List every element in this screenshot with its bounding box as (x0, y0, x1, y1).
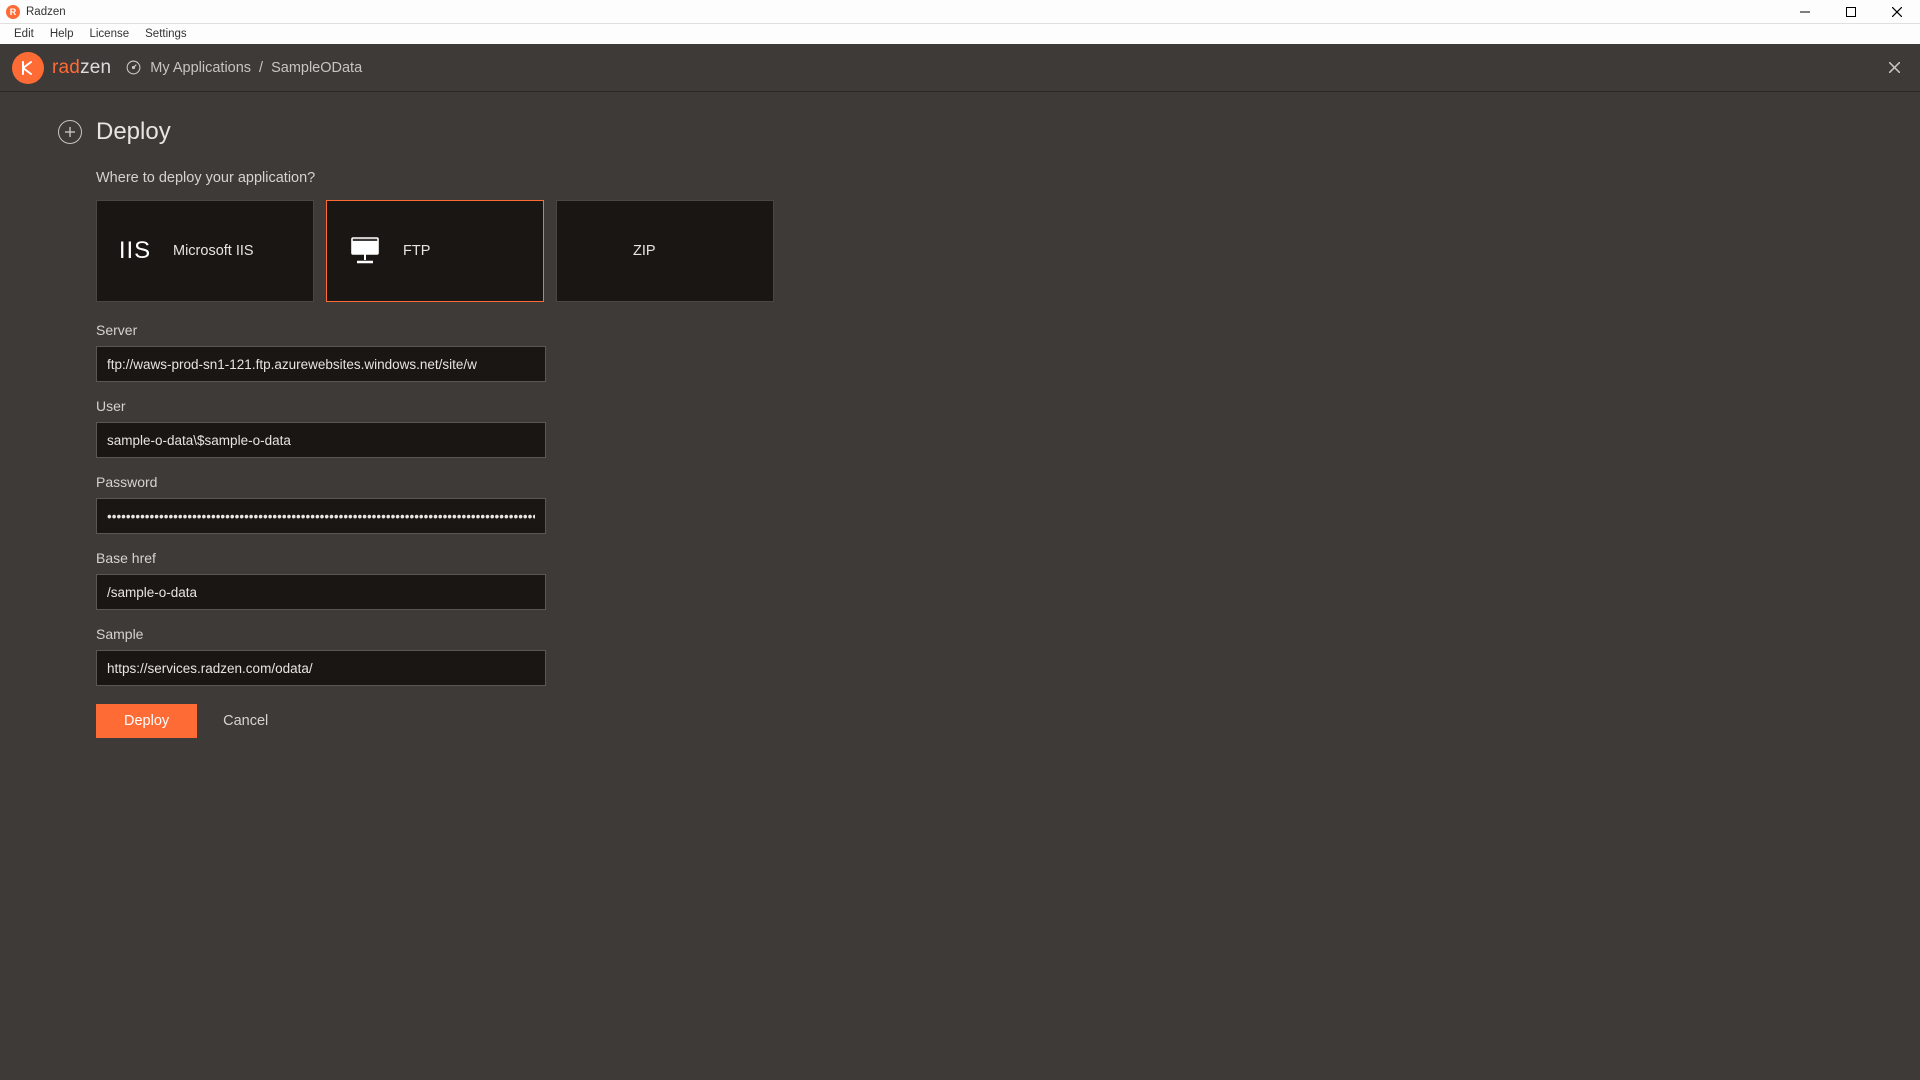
server-input[interactable] (96, 346, 546, 382)
brand-rad: rad (52, 57, 80, 78)
main-content: Deploy Where to deploy your application?… (0, 92, 1920, 1080)
minimize-button[interactable] (1782, 0, 1828, 24)
plus-circle-icon (58, 120, 82, 144)
cancel-button[interactable]: Cancel (223, 713, 268, 729)
page-title-row: Deploy (58, 118, 1862, 146)
menubar: Edit Help License Settings (0, 24, 1920, 44)
deploy-option-zip[interactable]: ZIP (556, 200, 774, 302)
header-left: radzen My Applications / SampleOData (12, 52, 362, 84)
breadcrumb: My Applications / SampleOData (125, 59, 362, 76)
deploy-question: Where to deploy your application? (96, 170, 1862, 186)
brand-zen: zen (80, 57, 111, 78)
dashboard-icon (125, 59, 142, 76)
sample-input[interactable] (96, 650, 546, 686)
window-title: Radzen (26, 6, 66, 18)
brand: radzen (12, 52, 111, 84)
deploy-option-label: ZIP (633, 243, 656, 259)
form-group-user: User (96, 398, 1862, 458)
breadcrumb-current: SampleOData (271, 60, 362, 76)
brand-logo-icon (12, 52, 44, 84)
brand-text: radzen (52, 57, 111, 79)
deploy-option-label: FTP (403, 243, 430, 259)
app-icon: R (6, 5, 20, 19)
menu-license[interactable]: License (81, 26, 137, 42)
header-close-button[interactable] (1881, 58, 1908, 77)
breadcrumb-root[interactable]: My Applications (150, 60, 251, 76)
form-actions: Deploy Cancel (96, 704, 1862, 738)
iis-icon: IIS (115, 237, 155, 265)
form-group-basehref: Base href (96, 550, 1862, 610)
form-group-server: Server (96, 322, 1862, 382)
window-titlebar: R Radzen (0, 0, 1920, 24)
deploy-button[interactable]: Deploy (96, 704, 197, 738)
menu-settings[interactable]: Settings (137, 26, 195, 42)
basehref-label: Base href (96, 550, 1862, 566)
deploy-option-iis[interactable]: IIS Microsoft IIS (96, 200, 314, 302)
close-button[interactable] (1874, 0, 1920, 24)
menu-help[interactable]: Help (42, 26, 82, 42)
menu-edit[interactable]: Edit (6, 26, 42, 42)
app-header: radzen My Applications / SampleOData (0, 44, 1920, 92)
password-input[interactable] (96, 498, 546, 534)
user-label: User (96, 398, 1862, 414)
page-title: Deploy (96, 118, 171, 146)
password-label: Password (96, 474, 1862, 490)
deploy-option-label: Microsoft IIS (173, 243, 254, 259)
deploy-options: IIS Microsoft IIS FTP ZIP (96, 200, 1862, 302)
maximize-button[interactable] (1828, 0, 1874, 24)
form-group-password: Password (96, 474, 1862, 534)
breadcrumb-separator: / (259, 60, 263, 76)
server-label: Server (96, 322, 1862, 338)
titlebar-left: R Radzen (6, 5, 66, 19)
basehref-input[interactable] (96, 574, 546, 610)
sample-label: Sample (96, 626, 1862, 642)
user-input[interactable] (96, 422, 546, 458)
form-group-sample: Sample (96, 626, 1862, 686)
window-controls (1782, 0, 1920, 24)
ftp-icon (345, 236, 385, 266)
deploy-option-ftp[interactable]: FTP (326, 200, 544, 302)
